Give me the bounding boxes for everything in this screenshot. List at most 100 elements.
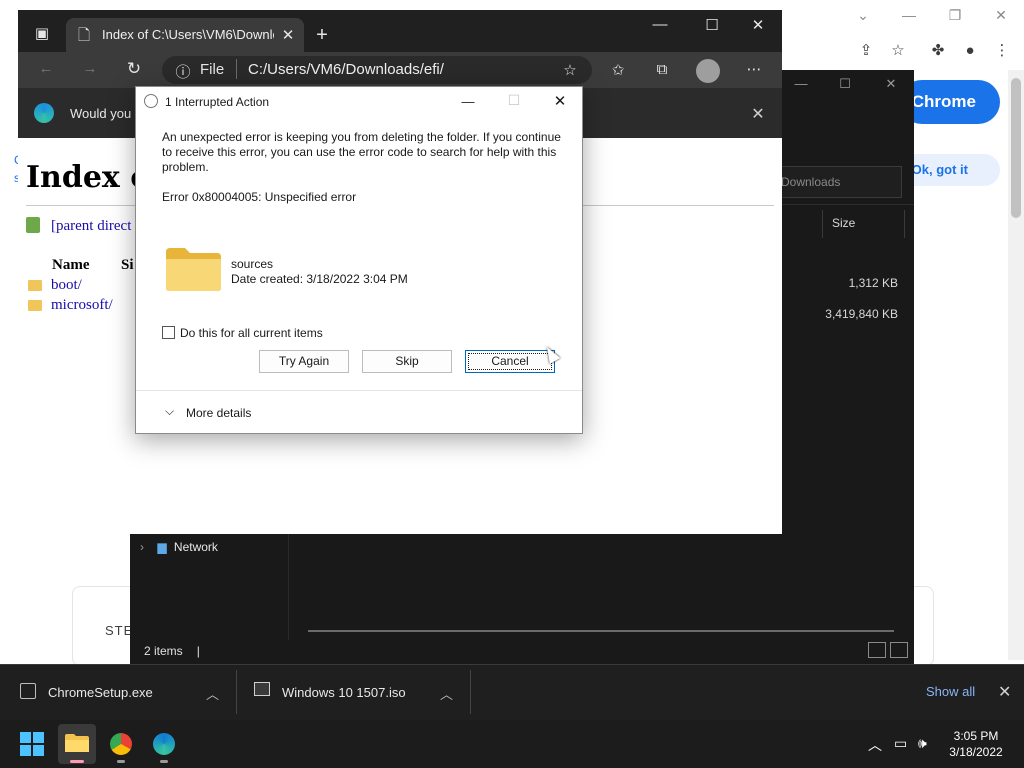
parent-directory-link[interactable]: [parent direct: [51, 218, 131, 235]
address-text[interactable]: C:/Users/VM6/Downloads/efi/: [248, 61, 444, 78]
forward-arrow-icon[interactable]: →: [80, 60, 100, 77]
file-page-icon: 🗋: [77, 27, 91, 44]
explorer-maximize-button[interactable]: ☐: [822, 76, 868, 96]
clock-date[interactable]: 3/18/2022: [946, 745, 1006, 759]
edge-icon[interactable]: [153, 733, 175, 755]
download-divider: [470, 670, 471, 714]
show-all-downloads-link[interactable]: Show all: [926, 684, 975, 699]
chrome-scrollbar-thumb[interactable]: [1011, 78, 1021, 218]
chrome-icon[interactable]: [110, 733, 132, 755]
apply-to-all-label[interactable]: Do this for all current items: [180, 326, 323, 340]
profile-icon[interactable]: ●: [958, 40, 982, 62]
chrome-minimize-button[interactable]: —: [886, 4, 932, 26]
column-header-name[interactable]: Name: [52, 257, 90, 274]
tab-actions-icon[interactable]: ▣: [32, 24, 52, 42]
extensions-icon[interactable]: ✤: [926, 40, 950, 62]
edge-minimize-button[interactable]: —: [650, 16, 670, 33]
tab-title: Index of C:\Users\VM6\Downloads\efi/: [102, 27, 274, 42]
address-scheme: File: [200, 61, 225, 78]
nav-item-network[interactable]: › ▆ Network: [140, 540, 218, 554]
column-divider[interactable]: [904, 210, 905, 238]
profile-avatar[interactable]: [696, 59, 720, 83]
file-explorer-icon[interactable]: [65, 733, 89, 753]
clock-time[interactable]: 3:05 PM: [946, 729, 1006, 743]
chevron-up-icon[interactable]: ︿: [440, 684, 453, 703]
folder-icon: [28, 300, 42, 311]
download-divider: [236, 670, 237, 714]
chevron-down-icon[interactable]: ⌵: [165, 404, 174, 419]
file-size-cell: 3,419,840 KB: [825, 307, 898, 321]
chrome-menu-icon[interactable]: ⋮: [990, 40, 1014, 62]
volume-icon[interactable]: 🕪: [918, 735, 927, 752]
error-code-text: Error 0x80004005: Unspecified error: [162, 190, 357, 204]
info-icon[interactable]: ⓘ: [174, 61, 192, 82]
show-hidden-icons-icon[interactable]: ︿: [868, 735, 882, 755]
network-icon[interactable]: ▭: [894, 735, 907, 752]
favorites-icon[interactable]: ✩: [608, 61, 628, 79]
directory-link[interactable]: boot/: [51, 277, 82, 294]
network-icon: ▆: [157, 540, 167, 554]
start-icon[interactable]: [20, 732, 44, 756]
settings-more-icon[interactable]: ⋯: [744, 60, 764, 78]
chrome-setup-button[interactable]: Chrome: [900, 80, 1000, 124]
banner-close-icon[interactable]: ✕: [748, 104, 768, 124]
collections-icon[interactable]: ⧉: [652, 61, 672, 78]
edge-logo-icon: [34, 103, 54, 123]
download-item-name[interactable]: ChromeSetup.exe: [48, 685, 153, 700]
try-again-button[interactable]: Try Again: [259, 350, 349, 373]
item-name: sources: [231, 257, 274, 271]
chrome-restore-button[interactable]: ❐: [932, 4, 978, 26]
dialog-divider: [136, 390, 582, 391]
back-arrow-icon[interactable]: ←: [36, 60, 56, 77]
dialog-minimize-button[interactable]: —: [458, 94, 478, 109]
share-icon[interactable]: ⇪: [854, 40, 878, 62]
new-tab-icon[interactable]: +: [312, 24, 332, 47]
exe-file-icon: [20, 683, 36, 699]
folder-icon: [28, 280, 42, 291]
explorer-minimize-button[interactable]: —: [778, 76, 824, 96]
cancel-button[interactable]: Cancel: [465, 350, 555, 373]
bookmark-star-icon[interactable]: ☆: [886, 40, 910, 62]
explorer-search-input[interactable]: Downloads: [768, 166, 902, 198]
ok-got-it-button[interactable]: Ok, got it: [900, 154, 1000, 186]
clock-icon: [144, 94, 158, 108]
download-bar: [0, 664, 1024, 720]
explorer-close-button[interactable]: ✕: [868, 76, 914, 96]
file-size-cell: 1,312 KB: [848, 276, 898, 290]
address-divider: [236, 59, 237, 79]
edge-maximize-button[interactable]: ☐: [702, 16, 722, 34]
chevron-right-icon[interactable]: ›: [140, 540, 144, 554]
nav-pane-divider[interactable]: [288, 534, 289, 640]
directory-link[interactable]: microsoft/: [51, 297, 113, 314]
apply-to-all-checkbox[interactable]: [162, 326, 175, 339]
more-details-toggle[interactable]: More details: [186, 406, 251, 420]
item-date-created: Date created: 3/18/2022 3:04 PM: [231, 272, 408, 286]
app-running-indicator: [160, 760, 168, 763]
edge-close-button[interactable]: ✕: [748, 16, 768, 34]
refresh-icon[interactable]: ↻: [124, 59, 144, 79]
iso-file-icon: [254, 682, 270, 696]
chrome-dropdown-icon[interactable]: ⌄: [840, 4, 886, 26]
dialog-message: An unexpected error is keeping you from …: [162, 130, 561, 174]
banner-text: Would you: [70, 106, 132, 121]
app-running-indicator: [70, 760, 84, 763]
folder-icon: [165, 246, 222, 292]
explorer-horizontal-scrollbar[interactable]: [308, 630, 894, 632]
details-view-button[interactable]: [868, 642, 886, 658]
app-running-indicator: [117, 760, 125, 763]
dialog-close-button[interactable]: ✕: [550, 92, 570, 110]
download-bar-close-icon[interactable]: ✕: [998, 682, 1011, 702]
tiles-view-button[interactable]: [890, 642, 908, 658]
skip-button[interactable]: Skip: [362, 350, 452, 373]
column-divider[interactable]: [822, 210, 823, 238]
add-favorite-icon[interactable]: ☆: [560, 61, 580, 79]
chrome-close-button[interactable]: ✕: [978, 4, 1024, 26]
chevron-up-icon[interactable]: ︿: [206, 684, 219, 703]
download-item-name[interactable]: Windows 10 1507.iso: [282, 685, 406, 700]
nav-item-label: Network: [173, 540, 218, 554]
tab-close-icon[interactable]: ✕: [280, 26, 296, 44]
dialog-title: 1 Interrupted Action: [165, 95, 270, 109]
column-header-size[interactable]: Si: [121, 257, 134, 274]
explorer-status-text: 2 items |: [144, 644, 200, 658]
column-header-size[interactable]: Size: [832, 216, 855, 230]
